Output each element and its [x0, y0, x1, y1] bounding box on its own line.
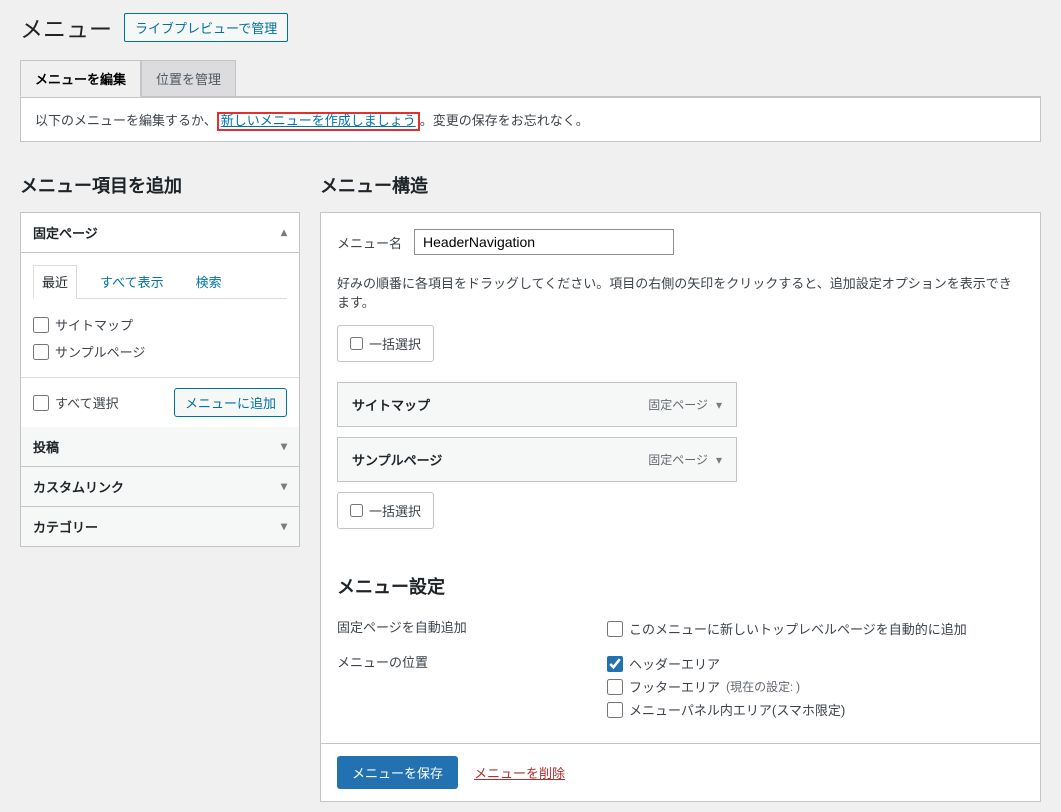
inner-tab-recent[interactable]: 最近: [33, 265, 77, 299]
location-option-note: (現在の設定: ): [726, 678, 800, 695]
location-option-label: ヘッダーエリア: [629, 654, 720, 673]
page-item-checkbox[interactable]: [33, 317, 49, 333]
location-checkbox-header[interactable]: [607, 656, 623, 672]
auto-add-option-label: このメニューに新しいトップレベルページを自動的に追加: [629, 619, 967, 638]
add-items-accordion: 固定ページ 最近 すべて表示 検索 サイトマップ サンプルページ: [20, 212, 300, 547]
bulk-select-checkbox[interactable]: [350, 504, 363, 517]
auto-add-option[interactable]: このメニューに新しいトップレベルページを自動的に追加: [607, 617, 1024, 640]
save-menu-button[interactable]: メニューを保存: [337, 756, 458, 789]
location-option-label: メニューパネル内エリア(スマホ限定): [629, 700, 845, 719]
accordion-pages-footer: すべて選択 メニューに追加: [21, 377, 299, 427]
location-option-footer[interactable]: フッターエリア (現在の設定: ): [607, 675, 1024, 698]
menu-name-label: メニュー名: [337, 233, 402, 252]
page-item-label: サンプルページ: [55, 342, 145, 361]
delete-menu-link[interactable]: メニューを削除: [474, 763, 565, 782]
accordion-categories-header[interactable]: カテゴリー: [21, 507, 299, 546]
help-text: 好みの順番に各項目をドラッグしてください。項目の右側の矢印をクリックすると、追加…: [337, 273, 1024, 311]
menu-item[interactable]: サイトマップ 固定ページ: [337, 382, 737, 427]
menu-item-title: サンプルページ: [352, 450, 442, 469]
menu-name-input[interactable]: [414, 229, 674, 255]
inner-tab-all[interactable]: すべて表示: [91, 265, 173, 298]
menu-item-type: 固定ページ: [648, 396, 722, 413]
pages-inner-tabs: 最近 すべて表示 検索: [33, 265, 287, 299]
structure-box: メニュー名 好みの順番に各項目をドラッグしてください。項目の右側の矢印をクリック…: [320, 212, 1041, 744]
select-all-label: すべて選択: [55, 393, 119, 412]
bulk-select-checkbox[interactable]: [350, 337, 363, 350]
accordion-posts-label: 投稿: [33, 437, 59, 456]
location-checkbox-panel[interactable]: [607, 702, 623, 718]
page-item-row: サンプルページ: [33, 338, 287, 365]
menu-item-type-label: 固定ページ: [648, 451, 708, 468]
notice-bar: 以下のメニューを編集するか、新しいメニューを作成しましょう。変更の保存をお忘れな…: [20, 97, 1041, 142]
select-all-checkbox[interactable]: [33, 395, 49, 411]
select-all-row[interactable]: すべて選択: [33, 389, 119, 416]
page-item-checkbox[interactable]: [33, 344, 49, 360]
tab-bar: メニューを編集 位置を管理: [20, 60, 1041, 97]
chevron-down-icon: [281, 519, 287, 534]
auto-add-checkbox[interactable]: [607, 621, 623, 637]
structure-title: メニュー構造: [320, 172, 1041, 198]
accordion-pages-label: 固定ページ: [33, 223, 98, 242]
page-item-row: サイトマップ: [33, 311, 287, 338]
auto-add-label: 固定ページを自動追加: [337, 617, 607, 636]
chevron-down-icon: [281, 479, 287, 494]
menu-item-title: サイトマップ: [352, 395, 430, 414]
bulk-select-label: 一括選択: [369, 501, 421, 520]
menu-item-type: 固定ページ: [648, 451, 722, 468]
notice-prefix: 以下のメニューを編集するか、: [35, 114, 217, 129]
accordion-pages-body: 最近 すべて表示 検索 サイトマップ サンプルページ: [21, 253, 299, 377]
bulk-select-bottom[interactable]: 一括選択: [337, 492, 434, 529]
accordion-pages-header[interactable]: 固定ページ: [21, 213, 299, 253]
chevron-up-icon: [281, 225, 287, 240]
location-option-panel[interactable]: メニューパネル内エリア(スマホ限定): [607, 698, 1024, 721]
bulk-select-top[interactable]: 一括選択: [337, 325, 434, 362]
accordion-categories-label: カテゴリー: [33, 517, 98, 536]
location-checkbox-footer[interactable]: [607, 679, 623, 695]
accordion-custom-links-header[interactable]: カスタムリンク: [21, 467, 299, 507]
add-to-menu-button[interactable]: メニューに追加: [174, 388, 287, 417]
bulk-select-label: 一括選択: [369, 334, 421, 353]
location-label: メニューの位置: [337, 652, 607, 671]
location-option-header[interactable]: ヘッダーエリア: [607, 652, 1024, 675]
chevron-down-icon[interactable]: [716, 398, 722, 412]
menu-settings-title: メニュー設定: [337, 573, 1024, 599]
create-new-menu-link[interactable]: 新しいメニューを作成しましょう: [217, 112, 420, 131]
accordion-custom-links-label: カスタムリンク: [33, 477, 124, 496]
chevron-down-icon[interactable]: [716, 453, 722, 467]
location-row: メニューの位置 ヘッダーエリア フッターエリア (現在の設定: ): [337, 646, 1024, 727]
chevron-down-icon: [281, 439, 287, 454]
page-title: メニュー: [20, 10, 112, 44]
menu-item[interactable]: サンプルページ 固定ページ: [337, 437, 737, 482]
location-option-label: フッターエリア: [629, 677, 720, 696]
tab-edit-menu[interactable]: メニューを編集: [20, 60, 141, 97]
add-items-title: メニュー項目を追加: [20, 172, 300, 198]
menu-name-row: メニュー名: [337, 229, 1024, 255]
accordion-posts-header[interactable]: 投稿: [21, 427, 299, 467]
menu-item-type-label: 固定ページ: [648, 396, 708, 413]
live-preview-button[interactable]: ライブプレビューで管理: [124, 13, 288, 42]
inner-tab-search[interactable]: 検索: [187, 265, 231, 298]
page-item-label: サイトマップ: [55, 315, 133, 334]
tab-manage-locations[interactable]: 位置を管理: [141, 60, 236, 97]
menu-settings-section: メニュー設定 固定ページを自動追加 このメニューに新しいトップレベルページを自動…: [337, 573, 1024, 727]
footer-bar: メニューを保存 メニューを削除: [320, 744, 1041, 802]
notice-suffix: 。変更の保存をお忘れなく。: [420, 114, 589, 129]
auto-add-row: 固定ページを自動追加 このメニューに新しいトップレベルページを自動的に追加: [337, 611, 1024, 646]
